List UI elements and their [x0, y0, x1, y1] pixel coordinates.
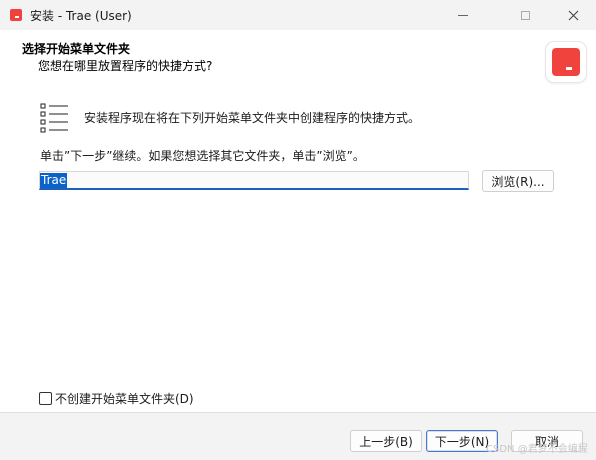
window-title: 安装 - Trae (User) — [30, 9, 132, 23]
page-subtitle: 您想在哪里放置程序的快捷方式? — [38, 59, 213, 73]
trae-app-icon — [10, 9, 22, 21]
close-button[interactable] — [550, 0, 596, 30]
close-icon — [568, 10, 578, 20]
watermark: CSDN @君梦不会编程 — [486, 444, 588, 455]
trae-logo-icon — [546, 42, 586, 82]
folder-input-selection: Trae — [40, 173, 68, 188]
wizard-header: 选择开始菜单文件夹 您想在哪里放置程序的快捷方式? — [0, 30, 596, 90]
no-folder-label: 不创建开始菜单文件夹(D) — [55, 392, 194, 406]
title-bar: 安装 - Trae (User) — [0, 0, 596, 30]
no-folder-option[interactable]: 不创建开始菜单文件夹(D) — [39, 390, 194, 407]
wizard-content: 安装程序现在将在下列开始菜单文件夹中创建程序的快捷方式。 单击”下一步”继续。如… — [0, 90, 596, 412]
page-title: 选择开始菜单文件夹 — [22, 42, 131, 56]
list-icon — [40, 103, 68, 133]
minimize-button[interactable] — [440, 0, 486, 30]
minimize-icon — [458, 14, 468, 16]
maximize-button[interactable] — [502, 0, 548, 30]
intro-text: 安装程序现在将在下列开始菜单文件夹中创建程序的快捷方式。 — [84, 111, 421, 125]
hint-text: 单击”下一步”继续。如果您想选择其它文件夹，单击”浏览”。 — [40, 149, 365, 163]
back-button[interactable]: 上一步(B) — [350, 430, 422, 452]
browse-button[interactable]: 浏览(R)... — [482, 170, 554, 192]
maximize-icon — [520, 10, 530, 20]
no-folder-checkbox[interactable] — [39, 392, 52, 405]
start-menu-folder-input[interactable] — [39, 171, 469, 190]
footer-divider — [0, 412, 596, 413]
